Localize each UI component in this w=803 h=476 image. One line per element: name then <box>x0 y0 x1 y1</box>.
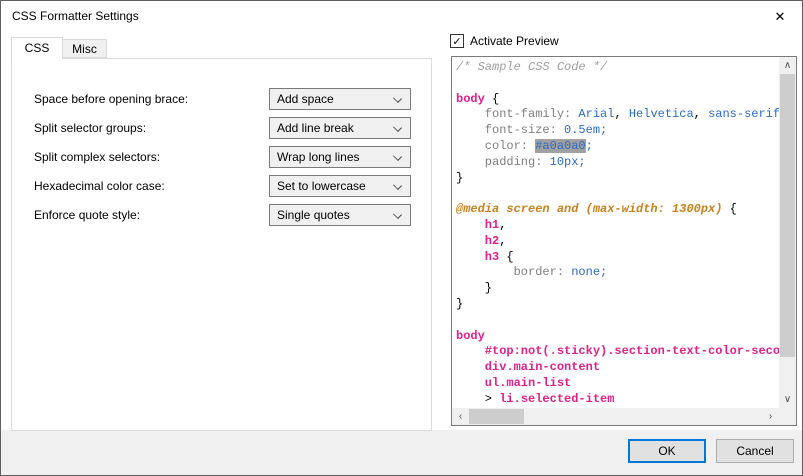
ok-button[interactable]: OK <box>628 439 706 463</box>
checkmark-icon: ✓ <box>452 35 461 48</box>
setting-row: Space before opening brace: Add space <box>12 88 431 110</box>
setting-combo-2[interactable]: Wrap long lines <box>269 146 411 168</box>
code-line: /* Sample CSS Code */ <box>456 60 779 76</box>
cancel-button[interactable]: Cancel <box>716 439 794 463</box>
code-line: font-size: 0.5em; <box>456 123 779 139</box>
chevron-down-icon <box>393 210 402 219</box>
code-line: body { <box>456 92 779 108</box>
setting-combo-3[interactable]: Set to lowercase <box>269 175 411 197</box>
close-icon[interactable]: ✕ <box>768 6 792 28</box>
code-line: h2, <box>456 234 779 250</box>
css-preview-pane: /* Sample CSS Code */ body { font-family… <box>451 56 797 426</box>
title-bar: CSS Formatter Settings ✕ <box>1 1 802 31</box>
chevron-down-icon <box>393 181 402 190</box>
code-line: ul.main-list <box>456 376 779 392</box>
tab-misc[interactable]: Misc <box>63 39 107 58</box>
activate-preview-label: Activate Preview <box>470 34 559 48</box>
code-line: > li.selected-item <box>456 392 779 408</box>
combo-selected-value: Add line break <box>277 118 354 138</box>
code-line <box>456 313 779 329</box>
scroll-left-icon[interactable]: ‹ <box>452 408 469 425</box>
code-line: body <box>456 329 779 345</box>
setting-label: Space before opening brace: <box>34 88 188 110</box>
setting-label: Enforce quote style: <box>34 204 140 226</box>
setting-label: Hexadecimal color case: <box>34 175 165 197</box>
css-formatter-settings-dialog: CSS Formatter Settings ✕ CSS Misc Space … <box>0 0 803 476</box>
code-line <box>456 76 779 92</box>
combo-selected-value: Wrap long lines <box>277 147 360 167</box>
combo-selected-value: Single quotes <box>277 205 350 225</box>
footer-bar: OK Cancel <box>1 430 802 475</box>
setting-label: Split selector groups: <box>34 117 146 139</box>
chevron-down-icon <box>393 152 402 161</box>
code-line: #top:not(.sticky).section-text-color-sec… <box>456 344 779 360</box>
code-line: color: #a0a0a0; <box>456 139 779 155</box>
setting-combo-1[interactable]: Add line break <box>269 117 411 139</box>
code-line: } <box>456 171 779 187</box>
combo-selected-value: Add space <box>277 89 334 109</box>
chevron-down-icon <box>393 123 402 132</box>
setting-combo-0[interactable]: Add space <box>269 88 411 110</box>
setting-label: Split complex selectors: <box>34 146 160 168</box>
code-line: h3 { <box>456 250 779 266</box>
setting-row: Split selector groups: Add line break <box>12 117 431 139</box>
activate-preview-checkbox[interactable]: ✓ <box>450 34 464 48</box>
code-line: border: none; <box>456 265 779 281</box>
sample-css-code: /* Sample CSS Code */ body { font-family… <box>452 57 779 408</box>
css-tab-page: Space before opening brace: Add space Spli… <box>11 58 432 431</box>
vertical-scrollbar[interactable]: ∧ ∨ <box>779 57 796 408</box>
horizontal-scrollbar-thumb[interactable] <box>469 409 524 424</box>
scroll-up-icon[interactable]: ∧ <box>779 57 796 74</box>
code-line: } <box>456 297 779 313</box>
chevron-down-icon <box>393 94 402 103</box>
scroll-down-icon[interactable]: ∨ <box>779 391 796 408</box>
scroll-right-icon[interactable]: › <box>762 408 779 425</box>
setting-row: Enforce quote style: Single quotes <box>12 204 431 226</box>
code-line: } <box>456 281 779 297</box>
tab-css[interactable]: CSS <box>11 37 63 59</box>
setting-row: Hexadecimal color case: Set to lowercase <box>12 175 431 197</box>
code-line: padding: 10px; <box>456 155 779 171</box>
code-line: h1, <box>456 218 779 234</box>
vertical-scrollbar-thumb[interactable] <box>780 74 795 357</box>
code-line: font-family: Arial, Helvetica, sans-seri… <box>456 107 779 123</box>
horizontal-scrollbar[interactable]: ‹ › <box>452 408 779 425</box>
scrollbar-corner <box>779 408 796 425</box>
code-line <box>456 186 779 202</box>
setting-row: Split complex selectors: Wrap long lines <box>12 146 431 168</box>
combo-selected-value: Set to lowercase <box>277 176 366 196</box>
code-line: @media screen and (max-width: 1300px) { <box>456 202 779 218</box>
setting-combo-4[interactable]: Single quotes <box>269 204 411 226</box>
code-line: div.main-content <box>456 360 779 376</box>
window-title: CSS Formatter Settings <box>12 9 139 23</box>
